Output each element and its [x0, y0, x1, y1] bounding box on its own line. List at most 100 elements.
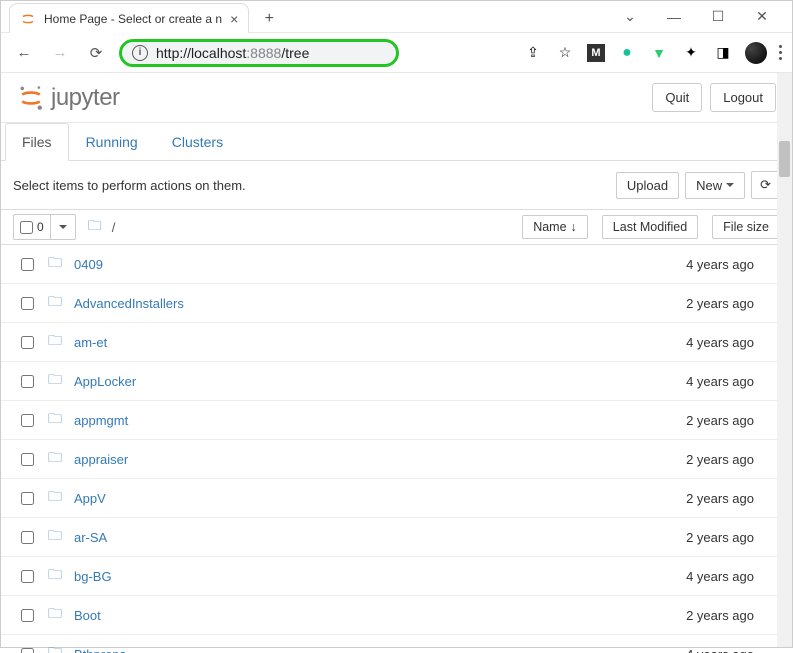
folder-icon: 🗀	[48, 564, 64, 588]
file-modified: 2 years ago	[660, 296, 780, 311]
tab-clusters[interactable]: Clusters	[155, 123, 240, 161]
file-modified: 4 years ago	[660, 335, 780, 350]
file-list: 🗀 0409 4 years ago 🗀 AdvancedInstallers 2 yea…	[1, 245, 792, 653]
back-button[interactable]: ←	[11, 40, 37, 66]
file-name-link[interactable]: Bthprops	[74, 647, 650, 653]
row-checkbox[interactable]	[21, 336, 34, 349]
folder-icon: 🗀	[48, 369, 64, 393]
file-row: 🗀bg-BG4 years ago	[1, 557, 792, 596]
file-name-link[interactable]: ar-SA	[74, 530, 650, 545]
browser-tab[interactable]: Home Page - Select or create a n ×	[9, 3, 249, 33]
row-checkbox[interactable]	[21, 648, 34, 653]
page-scrollbar[interactable]	[777, 73, 792, 647]
maximize-icon[interactable]: ☐	[696, 3, 740, 31]
extension-shield-icon[interactable]: ▼	[649, 43, 669, 63]
chevron-down-icon	[59, 225, 67, 229]
folder-icon: 🗀	[48, 330, 64, 354]
file-name-link[interactable]: bg-BG	[74, 569, 650, 584]
forward-button[interactable]: →	[47, 40, 73, 66]
file-row: 🗀 AdvancedInstallers 2 years ago	[1, 284, 792, 323]
new-button[interactable]: New	[685, 172, 745, 199]
list-header: 0 🗀 / Name ↓ Last Modified File size	[1, 209, 792, 245]
row-checkbox[interactable]	[21, 453, 34, 466]
sort-modified-button[interactable]: Last Modified	[602, 215, 698, 239]
file-row: 🗀 Boot 2 years ago	[1, 596, 792, 635]
info-icon[interactable]: i	[132, 45, 148, 61]
jupyter-tabs: Files Running Clusters	[1, 123, 792, 161]
file-modified: 2 years ago	[660, 491, 780, 506]
browser-toolbar: ← → ⟳ i http://localhost:8888/tree ⇪ ☆ M…	[1, 33, 792, 73]
folder-icon: 🗀	[48, 603, 64, 627]
logout-button[interactable]: Logout	[710, 83, 776, 112]
row-checkbox[interactable]	[21, 258, 34, 271]
scrollbar-thumb[interactable]	[779, 141, 790, 177]
file-modified: 2 years ago	[660, 608, 780, 623]
row-checkbox[interactable]	[21, 297, 34, 310]
file-name-link[interactable]: AdvancedInstallers	[74, 296, 650, 311]
share-icon[interactable]: ⇪	[523, 43, 543, 63]
extensions-puzzle-icon[interactable]: ✦	[681, 43, 701, 63]
reload-button[interactable]: ⟳	[83, 40, 109, 66]
address-bar[interactable]: i http://localhost:8888/tree	[119, 39, 399, 67]
file-modified: 4 years ago	[660, 374, 780, 389]
sort-size-button[interactable]: File size	[712, 215, 780, 239]
file-modified: 2 years ago	[660, 413, 780, 428]
file-row: 🗀appmgmt2 years ago	[1, 401, 792, 440]
file-modified: 2 years ago	[660, 530, 780, 545]
extension-grammarly-icon[interactable]: ●	[617, 43, 637, 63]
row-checkbox[interactable]	[21, 375, 34, 388]
upload-button[interactable]: Upload	[616, 172, 679, 199]
row-checkbox[interactable]	[21, 570, 34, 583]
browser-tab-strip: Home Page - Select or create a n × +	[9, 1, 283, 33]
close-icon[interactable]: ×	[230, 11, 238, 27]
folder-icon: 🗀	[48, 291, 64, 315]
sidepanel-icon[interactable]: ◨	[713, 43, 733, 63]
folder-icon[interactable]: 🗀	[88, 215, 102, 239]
jupyter-orbit-icon	[17, 84, 45, 112]
row-checkbox[interactable]	[21, 609, 34, 622]
row-checkbox[interactable]	[21, 531, 34, 544]
profile-avatar[interactable]	[745, 42, 767, 64]
selected-count: 0	[37, 220, 44, 234]
file-row: 🗀Bthprops4 years ago	[1, 635, 792, 653]
file-row: 🗀 am-et 4 years ago	[1, 323, 792, 362]
extension-m-icon[interactable]: M	[587, 44, 605, 62]
file-name-link[interactable]: AppV	[74, 491, 650, 506]
file-name-link[interactable]: appmgmt	[74, 413, 650, 428]
tab-files[interactable]: Files	[5, 123, 69, 161]
tab-running[interactable]: Running	[69, 123, 155, 161]
file-name-link[interactable]: 0409	[74, 257, 650, 272]
file-modified: 4 years ago	[660, 647, 780, 653]
refresh-button[interactable]: ⟳	[751, 171, 780, 199]
menu-icon[interactable]	[779, 45, 782, 60]
chevron-down-icon	[726, 183, 734, 187]
folder-icon: 🗀	[48, 252, 64, 276]
jupyter-favicon	[20, 11, 36, 27]
file-row: 🗀AppV2 years ago	[1, 479, 792, 518]
minimize-icon[interactable]: —	[652, 3, 696, 31]
action-row: Select items to perform actions on them.…	[1, 161, 792, 209]
file-name-link[interactable]: am-et	[74, 335, 650, 350]
selection-hint: Select items to perform actions on them.	[13, 178, 246, 193]
jupyter-header: jupyter Quit Logout	[1, 73, 792, 123]
file-name-link[interactable]: Boot	[74, 608, 650, 623]
window-dropdown-icon[interactable]: ⌄	[608, 3, 652, 31]
sort-name-button[interactable]: Name ↓	[522, 215, 588, 239]
row-checkbox[interactable]	[21, 492, 34, 505]
quit-button[interactable]: Quit	[652, 83, 702, 112]
select-menu-button[interactable]	[51, 215, 75, 239]
close-window-icon[interactable]: ✕	[740, 3, 784, 31]
star-icon[interactable]: ☆	[555, 43, 575, 63]
file-modified: 2 years ago	[660, 452, 780, 467]
file-row: 🗀04094 years ago	[1, 245, 792, 284]
arrow-down-icon: ↓	[571, 220, 577, 234]
select-all-checkbox[interactable]	[20, 221, 33, 234]
breadcrumb-root[interactable]: /	[112, 220, 116, 235]
toolbar-right: ⇪ ☆ M ● ▼ ✦ ◨	[523, 42, 782, 64]
jupyter-logo[interactable]: jupyter	[17, 84, 120, 112]
row-checkbox[interactable]	[21, 414, 34, 427]
new-tab-button[interactable]: +	[255, 5, 283, 33]
file-name-link[interactable]: AppLocker	[74, 374, 650, 389]
browser-tab-title: Home Page - Select or create a n	[44, 12, 222, 26]
file-name-link[interactable]: appraiser	[74, 452, 650, 467]
